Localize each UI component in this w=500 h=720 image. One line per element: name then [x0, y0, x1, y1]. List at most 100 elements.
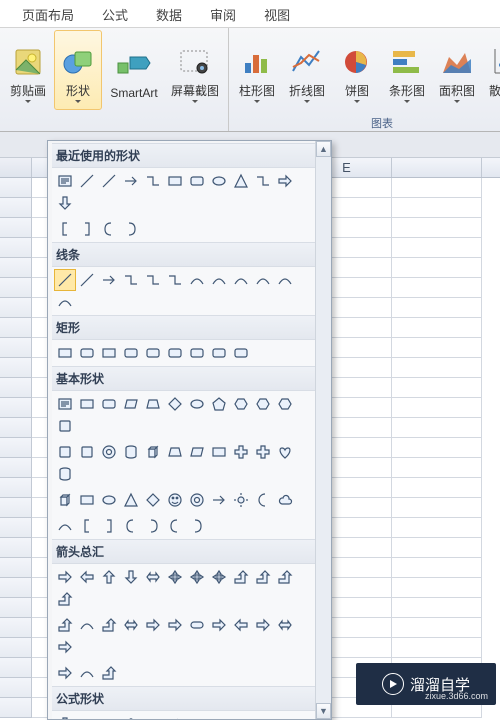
shape-bent[interactable]	[54, 588, 76, 610]
shape-quad[interactable]	[164, 566, 186, 588]
shape-rarrow[interactable]	[54, 662, 76, 684]
cell[interactable]	[392, 318, 482, 338]
shape-bent[interactable]	[54, 614, 76, 636]
cell[interactable]	[392, 478, 482, 498]
shape-cloud[interactable]	[274, 489, 296, 511]
row-header[interactable]	[0, 638, 32, 658]
shape-rrect[interactable]	[76, 342, 98, 364]
shape-uarrow[interactable]	[98, 566, 120, 588]
shape-rarrow[interactable]	[208, 614, 230, 636]
cell[interactable]	[392, 558, 482, 578]
row-header[interactable]	[0, 478, 32, 498]
shape-donut[interactable]	[186, 489, 208, 511]
cell[interactable]	[392, 578, 482, 598]
shape-rrect[interactable]	[186, 342, 208, 364]
shape-lrarrow[interactable]	[274, 614, 296, 636]
cell[interactable]	[392, 638, 482, 658]
pie-chart-button[interactable]: 饼图	[333, 30, 381, 110]
shape-line[interactable]	[76, 269, 98, 291]
select-all-corner[interactable]	[0, 158, 32, 177]
row-header[interactable]	[0, 258, 32, 278]
cell[interactable]	[392, 358, 482, 378]
shape-cyl[interactable]	[54, 463, 76, 485]
shape-rarrow[interactable]	[142, 614, 164, 636]
shape-donut[interactable]	[98, 441, 120, 463]
shape-rect[interactable]	[164, 170, 186, 192]
shape-rbr[interactable]	[76, 218, 98, 240]
row-header[interactable]	[0, 318, 32, 338]
shape-rrect[interactable]	[186, 170, 208, 192]
row-header[interactable]	[0, 298, 32, 318]
shape-cube[interactable]	[54, 489, 76, 511]
shape-larrow[interactable]	[230, 614, 252, 636]
shape-lb[interactable]	[120, 515, 142, 537]
shape-conn[interactable]	[120, 269, 142, 291]
shape-rarrow[interactable]	[54, 636, 76, 658]
shape-textbox[interactable]	[54, 170, 76, 192]
shape-rbr[interactable]	[98, 515, 120, 537]
shape-curve[interactable]	[76, 614, 98, 636]
shape-moon[interactable]	[252, 489, 274, 511]
cell[interactable]	[392, 458, 482, 478]
row-header[interactable]	[0, 498, 32, 518]
shape-oval[interactable]	[186, 393, 208, 415]
shape-bent[interactable]	[98, 614, 120, 636]
row-header[interactable]	[0, 578, 32, 598]
cell[interactable]	[392, 518, 482, 538]
cell[interactable]	[392, 438, 482, 458]
shape-lrarrow[interactable]	[142, 566, 164, 588]
cell[interactable]	[392, 618, 482, 638]
shape-smiley[interactable]	[164, 489, 186, 511]
shape-curve[interactable]	[252, 269, 274, 291]
shape-rrect[interactable]	[208, 342, 230, 364]
tab-data[interactable]: 数据	[142, 0, 196, 27]
shape-lrarrow[interactable]	[120, 614, 142, 636]
shape-arrow[interactable]	[120, 170, 142, 192]
row-header[interactable]	[0, 538, 32, 558]
cell[interactable]	[392, 398, 482, 418]
shape-curve[interactable]	[274, 269, 296, 291]
shape-trap[interactable]	[142, 393, 164, 415]
scroll-up-button[interactable]: ▲	[316, 141, 331, 157]
bar-chart-button[interactable]: 条形图	[383, 30, 431, 110]
shape-rb[interactable]	[186, 515, 208, 537]
shape-textbox[interactable]	[54, 393, 76, 415]
cell[interactable]	[392, 418, 482, 438]
shape-curve[interactable]	[230, 269, 252, 291]
row-header[interactable]	[0, 358, 32, 378]
row-header[interactable]	[0, 558, 32, 578]
cell[interactable]	[392, 178, 482, 198]
shape-para[interactable]	[186, 441, 208, 463]
cell[interactable]	[392, 218, 482, 238]
shape-diamond[interactable]	[164, 393, 186, 415]
shape-oval[interactable]	[98, 489, 120, 511]
shape-tri[interactable]	[230, 170, 252, 192]
shape-tri[interactable]	[120, 489, 142, 511]
shape-curve[interactable]	[76, 662, 98, 684]
shape-rrect[interactable]	[98, 393, 120, 415]
shape-larrow[interactable]	[76, 566, 98, 588]
row-header[interactable]	[0, 178, 32, 198]
shape-para[interactable]	[120, 393, 142, 415]
shape-curve[interactable]	[54, 515, 76, 537]
row-header[interactable]	[0, 418, 32, 438]
shape-lbr[interactable]	[76, 515, 98, 537]
cell[interactable]	[392, 258, 482, 278]
col-header[interactable]	[392, 158, 482, 177]
shape-arrow[interactable]	[208, 489, 230, 511]
shape-rrect[interactable]	[120, 342, 142, 364]
cell[interactable]	[392, 338, 482, 358]
shape-rect[interactable]	[76, 393, 98, 415]
shape-lb[interactable]	[164, 515, 186, 537]
row-header[interactable]	[0, 518, 32, 538]
row-header[interactable]	[0, 618, 32, 638]
tab-view[interactable]: 视图	[250, 0, 304, 27]
cell[interactable]	[392, 198, 482, 218]
shape-plus[interactable]	[230, 441, 252, 463]
smartart-button[interactable]: SmartArt	[104, 30, 164, 110]
shape-plus[interactable]	[252, 441, 274, 463]
shape-line[interactable]	[54, 269, 76, 291]
dropdown-scrollbar[interactable]: ▲ ▼	[315, 141, 331, 719]
row-header[interactable]	[0, 398, 32, 418]
cell[interactable]	[392, 278, 482, 298]
